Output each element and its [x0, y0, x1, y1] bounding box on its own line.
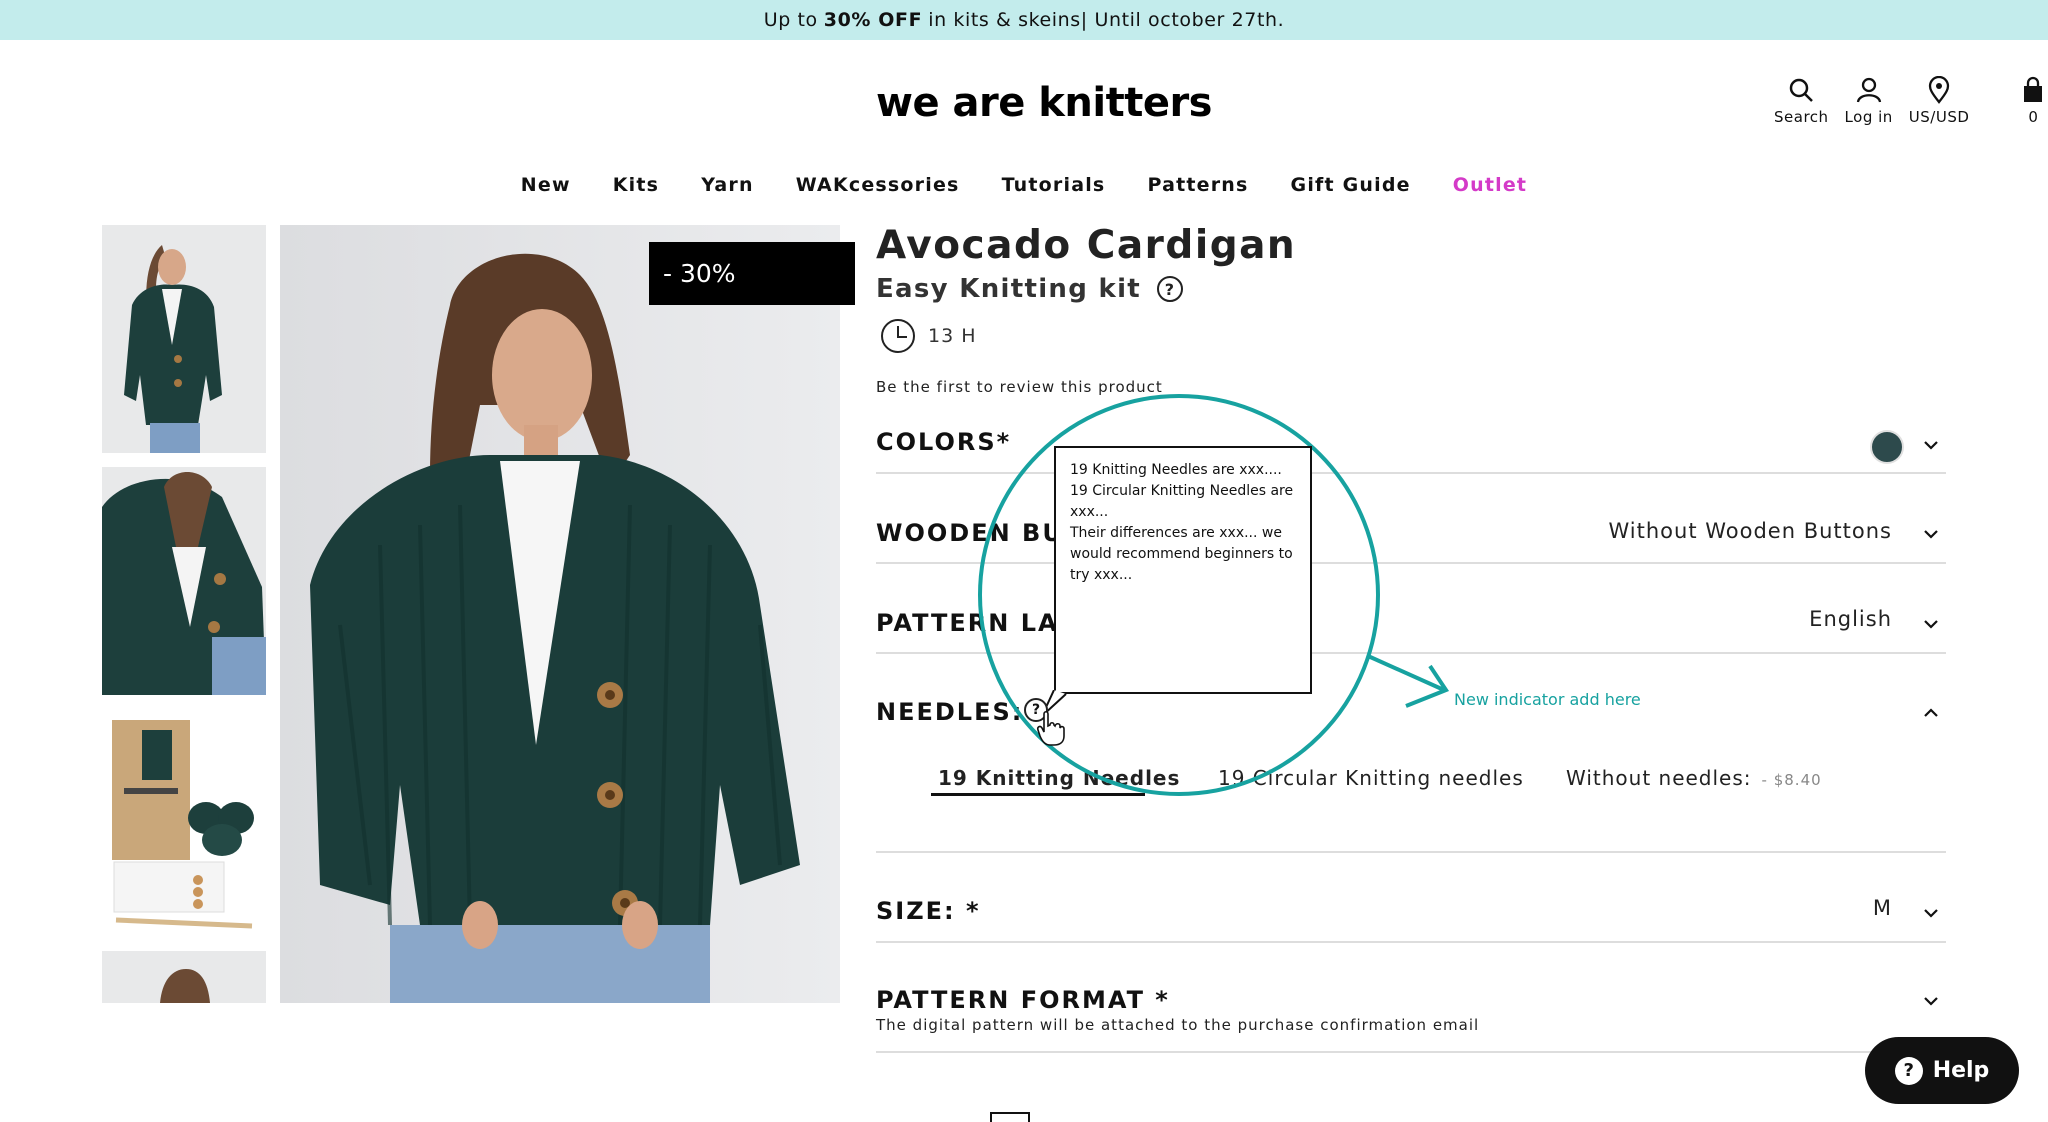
help-button-label: Help	[1932, 1058, 1990, 1083]
needle-choice-knitting[interactable]: 19 Knitting Needles	[938, 766, 1180, 790]
nav-gift-guide[interactable]: Gift Guide	[1291, 174, 1411, 196]
main-product-image[interactable]	[280, 225, 840, 1003]
needles-tooltip: 19 Knitting Needles are xxx.... 19 Circu…	[1054, 446, 1312, 694]
promo-banner: Up to 30% OFF in kits & skeins| Until oc…	[0, 0, 2048, 40]
chevron-up-icon[interactable]	[1922, 704, 1940, 722]
needle-choice-none-label: Without needles:	[1566, 766, 1752, 790]
chevron-down-icon	[1924, 997, 1938, 1006]
cart-count: 0	[2028, 108, 2039, 126]
help-question-icon: ?	[1894, 1056, 1923, 1085]
main-navigation: New Kits Yarn WAKcessories Tutorials Pat…	[0, 174, 2048, 196]
nav-patterns[interactable]: Patterns	[1147, 174, 1248, 196]
brand-logo[interactable]: we are knitters	[876, 80, 1212, 126]
login-button[interactable]: Log in	[1845, 76, 1893, 126]
nav-tutorials[interactable]: Tutorials	[1002, 174, 1106, 196]
shopping-bag-icon	[2024, 76, 2043, 102]
kit-photo	[102, 712, 266, 940]
region-button[interactable]: US/USD	[1909, 76, 1970, 126]
nav-kits[interactable]: Kits	[613, 174, 659, 196]
gallery-thumbnail[interactable]	[102, 951, 266, 1003]
annotation-label: New indicator add here	[1454, 690, 1641, 709]
option-pattern-language-value: English	[1809, 607, 1892, 631]
region-label: US/USD	[1908, 108, 1970, 126]
needle-choice-none-price: - $8.40	[1761, 771, 1822, 789]
pattern-format-note: The digital pattern will be attached to …	[876, 1016, 1480, 1034]
needle-choice-circular[interactable]: 19 Circular Knitting needles	[1218, 766, 1524, 790]
nav-outlet[interactable]: Outlet	[1453, 174, 1527, 196]
needle-choices: 19 Knitting Needles 19 Circular Knitting…	[928, 766, 1908, 796]
needle-choice-none[interactable]: Without needles: - $8.40	[1566, 766, 1822, 790]
nav-yarn[interactable]: Yarn	[701, 174, 754, 196]
option-colors[interactable]: COLORS*	[876, 416, 1946, 474]
model-photo	[280, 225, 840, 1003]
product-photo	[102, 467, 266, 695]
chevron-down-icon	[1924, 909, 1938, 918]
quantity-box[interactable]	[990, 1112, 1030, 1122]
tooltip-line: 19 Knitting Needles are xxx....	[1070, 462, 1282, 478]
chevron-down-icon	[1924, 530, 1938, 539]
option-wooden-buttons-value: Without Wooden Buttons	[1608, 519, 1892, 543]
option-needles-label: NEEDLES: *	[876, 698, 1049, 726]
search-button[interactable]: Search	[1774, 76, 1829, 126]
product-title: Avocado Cardigan	[876, 223, 1297, 268]
option-pattern-format-label: PATTERN FORMAT *	[876, 986, 1170, 1014]
clock-icon	[881, 319, 915, 353]
option-pattern-language[interactable]: PATTERN LANG English	[876, 595, 1946, 654]
gallery-thumbnail[interactable]	[102, 712, 266, 940]
promo-suffix: in kits & skeins| Until october 27th.	[928, 9, 1285, 31]
review-link[interactable]: Be the first to review this product	[876, 378, 1163, 396]
cart-button[interactable]: 0	[2019, 76, 2047, 126]
tooltip-line: 19 Circular Knitting Needles are xxx...	[1070, 483, 1294, 520]
discount-badge: - 30%	[649, 242, 855, 305]
help-button[interactable]: ? Help	[1865, 1037, 2019, 1104]
knitting-time: 13 H	[880, 318, 977, 354]
option-size-value: M	[1872, 896, 1892, 920]
product-photo	[102, 225, 266, 453]
nav-wakcessories[interactable]: WAKcessories	[796, 174, 960, 196]
option-wooden-buttons[interactable]: WOODEN BUTT Without Wooden Buttons	[876, 505, 1946, 564]
login-label: Log in	[1844, 108, 1893, 126]
option-size[interactable]: SIZE: * M	[876, 882, 1946, 943]
question-icon[interactable]: ?	[1157, 276, 1184, 302]
annotation-arrow-icon	[1367, 654, 1450, 708]
location-pin-icon	[1928, 76, 1950, 104]
nav-new[interactable]: New	[521, 174, 571, 196]
tooltip-line: Their differences are xxx... we would re…	[1070, 525, 1293, 583]
search-label: Search	[1774, 108, 1829, 126]
gallery-thumbnail[interactable]	[102, 467, 266, 695]
active-choice-underline	[931, 793, 1145, 796]
promo-prefix: Up to	[763, 9, 818, 31]
chevron-down-icon	[1924, 441, 1938, 450]
search-icon	[1790, 78, 1814, 102]
product-subtitle-text: Easy Knitting kit	[876, 274, 1142, 304]
product-subtitle: Easy Knitting kit ?	[876, 274, 1184, 304]
product-photo	[102, 951, 266, 1003]
hand-pointer-icon	[1037, 710, 1065, 746]
option-size-label: SIZE: *	[876, 897, 981, 925]
option-colors-label: COLORS*	[876, 428, 1012, 456]
knitting-time-value: 13 H	[928, 325, 977, 347]
color-swatch[interactable]	[1870, 430, 1904, 464]
gallery-thumbnail[interactable]	[102, 225, 266, 453]
header-actions: Search Log in US/USD 0	[1774, 76, 2047, 126]
option-pattern-format[interactable]: PATTERN FORMAT *	[876, 970, 1946, 1053]
user-icon	[1856, 77, 1881, 103]
promo-highlight: 30% OFF	[823, 9, 923, 31]
chevron-down-icon	[1924, 620, 1938, 629]
